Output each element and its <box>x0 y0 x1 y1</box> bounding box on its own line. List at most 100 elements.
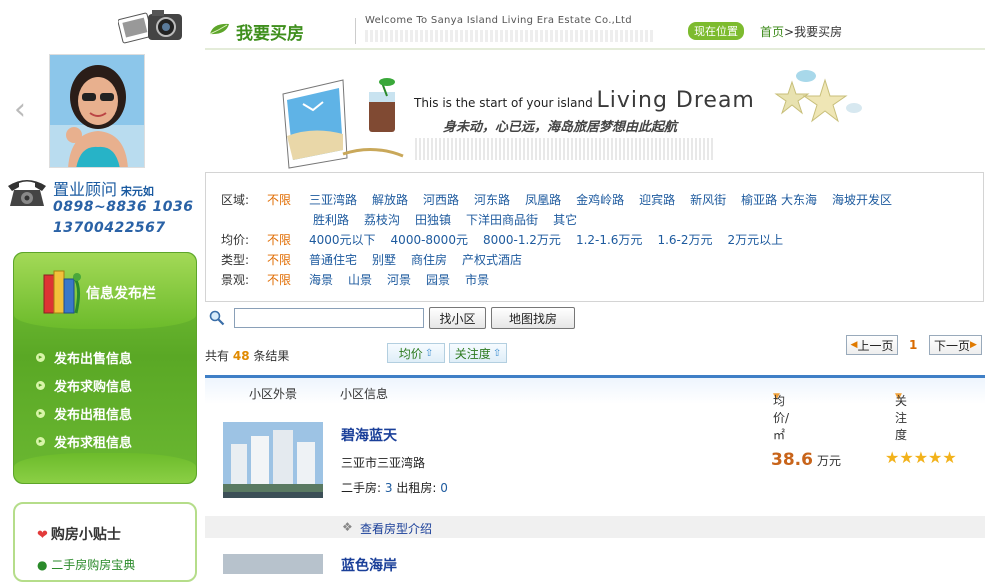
search-bar: 找小区 地图找房 <box>205 306 985 334</box>
filter-price-label: 均价: <box>221 233 250 247</box>
filter-area-option[interactable]: 下洋田商品街 <box>466 211 538 228</box>
grid-icon: ❖ <box>342 520 353 534</box>
filter-type-label: 类型: <box>221 253 250 267</box>
filter-view-option[interactable]: 市景 <box>465 271 489 288</box>
filter-view-option[interactable]: 海景 <box>309 271 333 288</box>
filter-area-option[interactable]: 榆亚路 大东海 <box>741 191 817 208</box>
camera-icon <box>118 10 182 44</box>
bullet-icon: ▸ <box>36 408 45 418</box>
filter-type-option[interactable]: 别墅 <box>372 251 396 268</box>
prev-page-button[interactable]: ◀ 上一页 <box>846 335 898 355</box>
filter-area-option[interactable]: 荔枝沟 <box>364 211 400 228</box>
filter-price-option[interactable]: 2万元以上 <box>728 231 784 248</box>
telephone-icon <box>8 180 46 206</box>
bullet-icon: ▸ <box>36 436 45 446</box>
bullet-icon: ▸ <box>36 352 45 362</box>
find-community-button[interactable]: 找小区 <box>429 307 486 329</box>
filter-type-row: 类型: 不限 普通住宅 别墅 商住房 产权式酒店 <box>221 251 537 268</box>
buying-tips-panel: ❤ 购房小贴士 ● 二手房购房宝典 <box>13 502 197 582</box>
info-publish-panel: 信息发布栏 ▸ 发布出售信息 ▸ 发布求购信息 ▸ 发布出租信息 ▸ 发布求租信息 <box>13 252 197 484</box>
tips-title: ❤ 购房小贴士 <box>37 527 121 543</box>
filter-area-option[interactable]: 迎宾路 <box>639 191 675 208</box>
second-hand-count[interactable]: 3 <box>385 481 393 495</box>
publish-rent-link[interactable]: ▸ 发布出租信息 <box>36 399 132 427</box>
consultant-mobile: 13700422567 <box>53 220 166 236</box>
filter-area-row: 区域: 不限 三亚湾路 解放路 河西路 河东路 凤凰路 金鸡岭路 迎宾路 新风街… <box>221 191 907 208</box>
breadcrumb-current: 我要买房 <box>794 25 843 39</box>
listing-counts: 二手房: 3 出租房: 0 <box>341 481 448 495</box>
community-thumbnail[interactable] <box>223 422 323 498</box>
filter-view-label: 景观: <box>221 273 250 287</box>
leaf-icon <box>209 23 229 35</box>
filter-area-option[interactable]: 河西路 <box>423 191 459 208</box>
filter-price-all[interactable]: 不限 <box>267 231 291 248</box>
filter-area-option[interactable]: 金鸡岭路 <box>576 191 624 208</box>
filter-area-option[interactable]: 三亚湾路 <box>309 191 357 208</box>
filter-view-option[interactable]: 园景 <box>426 271 450 288</box>
arrow-left-icon: ◀ <box>850 340 858 350</box>
consultant-phone: 0898~8836 1036 <box>53 199 194 215</box>
next-page-button[interactable]: 下一页 ▶ <box>929 335 982 355</box>
filter-area-all[interactable]: 不限 <box>267 191 291 208</box>
table-row: 碧海蓝天 三亚市三亚湾路 二手房: 3 出租房: 0 38.6 万元 ★★★★★ <box>205 404 985 516</box>
community-name-link[interactable]: 碧海蓝天 <box>341 425 397 445</box>
filter-area-option[interactable]: 解放路 <box>372 191 408 208</box>
breadcrumb-home[interactable]: 首页 <box>760 25 784 39</box>
listing-table-header: 小区外景 小区信息 ▼ 均价/㎡ ▼ 关注度 <box>205 375 985 442</box>
rent-count[interactable]: 0 <box>440 481 448 495</box>
col-exterior: 小区外景 <box>249 387 298 401</box>
filter-area-option[interactable]: 河东路 <box>474 191 510 208</box>
community-address: 三亚市三亚湾路 <box>341 456 426 470</box>
current-page: 1 <box>909 338 918 352</box>
filter-area-option[interactable]: 胜利路 <box>313 211 349 228</box>
filter-area-option[interactable]: 凤凰路 <box>525 191 561 208</box>
consultant-name: 宋元如 <box>120 185 154 198</box>
prev-arrow-icon[interactable]: ‹ <box>14 92 26 127</box>
banner-slogan-big: Living Dream <box>596 88 755 113</box>
filter-panel: 区域: 不限 三亚湾路 解放路 河西路 河东路 凤凰路 金鸡岭路 迎宾路 新风街… <box>205 172 984 302</box>
sort-by-attention-button[interactable]: 关注度 ⇧ <box>449 343 507 363</box>
publish-sale-link[interactable]: ▸ 发布出售信息 <box>36 343 132 371</box>
map-search-button[interactable]: 地图找房 <box>491 307 575 329</box>
filter-price-option[interactable]: 1.2-1.6万元 <box>576 231 643 248</box>
main-content: 我要买房 Welcome To Sanya Island Living Era … <box>205 0 989 574</box>
filter-area-option[interactable]: 新风街 <box>690 191 726 208</box>
community-name-link[interactable]: 蓝色海岸 <box>341 555 397 575</box>
publish-rent-wanted-link[interactable]: ▸ 发布求租信息 <box>36 427 132 455</box>
filter-price-option[interactable]: 4000-8000元 <box>391 231 468 248</box>
sort-up-icon: ⇧ <box>424 347 434 359</box>
filter-view-option[interactable]: 河景 <box>387 271 411 288</box>
filter-view-option[interactable]: 山景 <box>348 271 372 288</box>
left-sidebar: ‹ 置业顾问 宋元如 0898~8836 1036 13700422567 信息… <box>0 0 200 582</box>
filter-type-option[interactable]: 产权式酒店 <box>462 251 522 268</box>
sort-by-price-button[interactable]: 均价 ⇧ <box>387 343 445 363</box>
publish-wanted-link[interactable]: ▸ 发布求购信息 <box>36 371 132 399</box>
filter-area-option[interactable]: 其它 <box>553 211 577 228</box>
filter-area-label: 区域: <box>221 193 250 207</box>
open-book-illustration <box>282 78 404 169</box>
filter-price-option[interactable]: 1.6-2万元 <box>657 231 712 248</box>
filter-area-option[interactable]: 田独镇 <box>415 211 451 228</box>
filter-type-option[interactable]: 普通住宅 <box>309 251 357 268</box>
filter-area-option[interactable]: 海坡开发区 <box>832 191 892 208</box>
bullet-icon: ▸ <box>36 380 45 390</box>
filter-price-row: 均价: 不限 4000元以下 4000-8000元 8000-1.2万元 1.2… <box>221 231 798 248</box>
filter-price-option[interactable]: 8000-1.2万元 <box>483 231 561 248</box>
banner-slogan-cn: 身未动，心已远，海岛旅居梦想由此起航 <box>443 120 678 135</box>
filter-view-all[interactable]: 不限 <box>267 271 291 288</box>
floorplan-link[interactable]: 查看房型介绍 <box>360 520 432 537</box>
filter-type-option[interactable]: 商住房 <box>411 251 447 268</box>
page-title: 我要买房 <box>236 24 304 44</box>
info-panel-title: 信息发布栏 <box>86 286 156 302</box>
arrow-right-icon: ▶ <box>970 340 977 350</box>
welcome-text: Welcome To Sanya Island Living Era Estat… <box>365 15 632 26</box>
heart-icon: ❤ <box>37 528 48 543</box>
community-thumbnail[interactable] <box>223 554 323 574</box>
filter-price-option[interactable]: 4000元以下 <box>309 231 376 248</box>
search-input[interactable] <box>234 308 424 328</box>
hero-banner: This is the start of your island Living … <box>265 62 865 172</box>
header-fineprint <box>365 30 655 42</box>
filter-area-row-2: 胜利路 荔枝沟 田独镇 下洋田商品街 其它 <box>313 211 592 228</box>
banner-slogan-en: This is the start of your island Living … <box>414 88 755 113</box>
filter-type-all[interactable]: 不限 <box>267 251 291 268</box>
